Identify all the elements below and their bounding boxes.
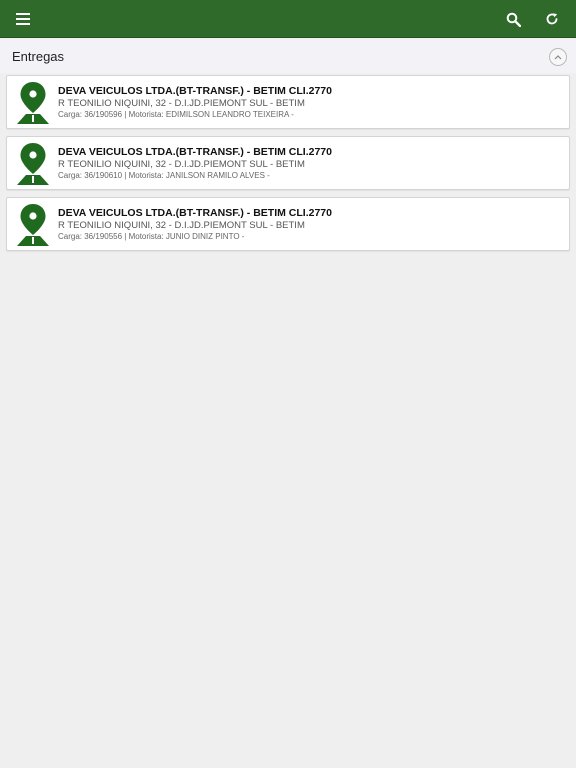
- delivery-address: R TEONILIO NIQUINI, 32 - D.I.JD.PIEMONT …: [58, 159, 305, 170]
- delivery-address: R TEONILIO NIQUINI, 32 - D.I.JD.PIEMONT …: [58, 220, 305, 231]
- section-title: Entregas: [12, 49, 65, 64]
- delivery-title: DEVA VEICULOS LTDA.(BT-TRANSF.) - BETIM …: [58, 207, 332, 219]
- delivery-address: R TEONILIO NIQUINI, 32 - D.I.JD.PIEMONT …: [58, 98, 305, 109]
- delivery-meta: Carga: 36/190610 | Motorista: JANILSON R…: [58, 171, 270, 180]
- delivery-item[interactable]: DEVA VEICULOS LTDA.(BT-TRANSF.) - BETIM …: [6, 136, 570, 190]
- delivery-item[interactable]: DEVA VEICULOS LTDA.(BT-TRANSF.) - BETIM …: [6, 75, 570, 129]
- refresh-button[interactable]: [535, 0, 569, 38]
- delivery-title: DEVA VEICULOS LTDA.(BT-TRANSF.) - BETIM …: [58, 85, 332, 97]
- delivery-title: DEVA VEICULOS LTDA.(BT-TRANSF.) - BETIM …: [58, 146, 332, 158]
- location-pin-icon: [17, 82, 49, 124]
- hamburger-icon: [16, 13, 30, 25]
- delivery-meta: Carga: 36/190556 | Motorista: JUNIO DINI…: [58, 232, 245, 241]
- deliveries-list: DEVA VEICULOS LTDA.(BT-TRANSF.) - BETIM …: [6, 75, 570, 258]
- location-pin-icon: [17, 204, 49, 246]
- menu-button[interactable]: [6, 0, 40, 38]
- search-icon: [506, 12, 521, 27]
- refresh-icon: [546, 13, 558, 25]
- app-toolbar: [0, 0, 576, 38]
- chevron-up-icon: [554, 55, 562, 60]
- collapse-button[interactable]: [549, 48, 567, 66]
- delivery-item[interactable]: DEVA VEICULOS LTDA.(BT-TRANSF.) - BETIM …: [6, 197, 570, 251]
- location-pin-icon: [17, 143, 49, 185]
- search-button[interactable]: [496, 0, 530, 38]
- delivery-meta: Carga: 36/190596 | Motorista: EDIMILSON …: [58, 110, 294, 119]
- section-header: Entregas: [0, 39, 576, 73]
